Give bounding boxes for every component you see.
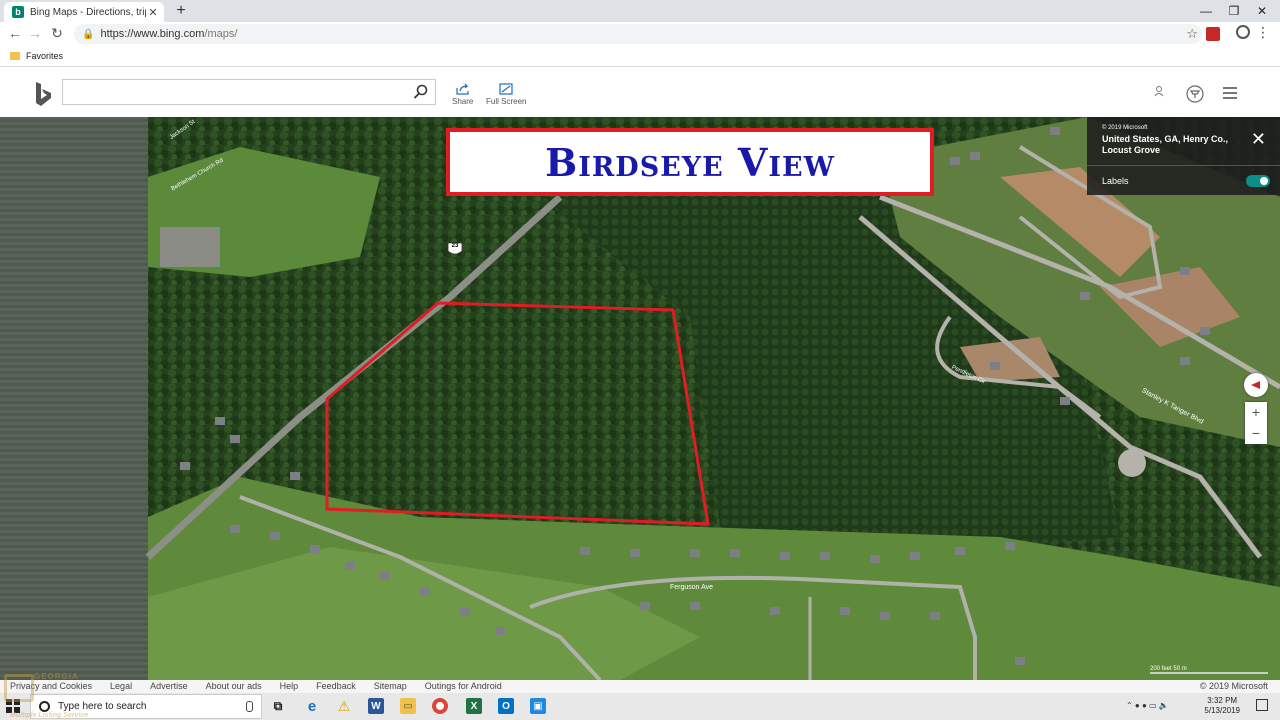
hamburger-menu-icon[interactable] [1223, 87, 1237, 99]
bookmark-star-icon[interactable]: ☆ [1186, 26, 1198, 42]
imagery-copyright: © 2019 Microsoft [1102, 125, 1148, 131]
location-text: United States, GA, Henry Co., Locust Gro… [1102, 134, 1229, 155]
labels-text: Labels [1102, 176, 1129, 186]
taskbar-search-box[interactable]: Type here to search [30, 694, 262, 719]
footer-link-legal[interactable]: Legal [110, 681, 132, 691]
file-explorer-icon[interactable]: ▭ [400, 698, 416, 714]
aerial-imagery [145, 117, 1280, 680]
account-icon[interactable] [1153, 85, 1165, 97]
clock-date: 5/13/2019 [1204, 706, 1240, 715]
bing-header: Share Full Screen [0, 67, 1280, 117]
close-panel-icon[interactable]: ✕ [1251, 129, 1266, 150]
footer-link-privacy[interactable]: Privacy and Cookies [10, 681, 92, 691]
url-host: https://www.bing.com [100, 28, 205, 40]
extension-icon[interactable] [1206, 27, 1220, 41]
location-info-panel: © 2019 Microsoft United States, GA, Henr… [1087, 117, 1280, 195]
browser-menu-icon[interactable]: ⋮ [1256, 24, 1270, 41]
tab-title: Bing Maps - Directions, trip plann [30, 6, 146, 18]
compass-icon [1251, 381, 1260, 389]
map-canvas[interactable]: 23 Ferguson Ave Stanley K Tanger Blvd Pe… [0, 117, 1280, 680]
zoom-control: + − [1245, 402, 1267, 444]
bing-logo-icon [36, 82, 51, 106]
chrome-icon[interactable] [432, 698, 448, 714]
clock[interactable]: 3:32 PM 5/13/2019 [1204, 696, 1240, 716]
profile-icon[interactable] [1236, 25, 1250, 39]
search-input[interactable] [69, 80, 413, 104]
microphone-icon[interactable] [246, 701, 253, 712]
footer-link-help[interactable]: Help [280, 681, 299, 691]
edge-icon[interactable]: e [304, 698, 320, 715]
browser-tabstrip: b Bing Maps - Directions, trip plann ✕ +… [0, 0, 1280, 22]
address-bar[interactable]: 🔒 https://www.bing.com/maps/ [74, 24, 1202, 44]
search-icon[interactable] [413, 84, 429, 100]
tab-close-icon[interactable]: ✕ [146, 6, 160, 19]
footer-link-outings[interactable]: Outings for Android [425, 681, 502, 691]
favorites-bar: Favorites [0, 46, 1280, 67]
panel-divider [1087, 165, 1280, 166]
bing-favicon-icon: b [12, 6, 24, 18]
task-view-icon[interactable]: ⧉ [270, 698, 286, 714]
compass-button[interactable] [1244, 373, 1268, 397]
bing-logo[interactable] [34, 81, 52, 114]
highway-shield-label: 23 [451, 243, 459, 249]
share-label: Share [452, 97, 474, 106]
map-scale-bar: 200 feet 50 m [1150, 666, 1268, 674]
folder-icon [10, 52, 20, 60]
browser-toolbar: ← → ↻ 🔒 https://www.bing.com/maps/ ☆ ⋮ [0, 22, 1280, 46]
back-button[interactable]: ← [6, 25, 24, 41]
word-icon[interactable]: W [368, 698, 384, 714]
search-box[interactable] [62, 79, 436, 105]
footer-link-feedback[interactable]: Feedback [316, 681, 356, 691]
url-text: https://www.bing.com/maps/ [100, 28, 237, 40]
zoom-in-button[interactable]: + [1245, 402, 1267, 423]
excel-icon[interactable]: X [466, 698, 482, 714]
birdseye-view-banner: Birdseye View [446, 128, 934, 196]
forward-button[interactable]: → [26, 25, 44, 41]
zoom-out-button[interactable]: − [1245, 423, 1267, 444]
share-button[interactable]: Share [452, 83, 473, 106]
system-tray-icons[interactable]: ⌃ ● ● ▭ 🔈 [1126, 701, 1169, 710]
fullscreen-button[interactable]: Full Screen [486, 83, 526, 106]
close-window-button[interactable]: ✕ [1242, 0, 1280, 22]
warning-app-icon[interactable]: ⚠ [336, 698, 352, 714]
reload-button[interactable]: ↻ [48, 25, 66, 42]
footer-link-advertise[interactable]: Advertise [150, 681, 188, 691]
favorites-folder[interactable]: Favorites [26, 51, 63, 61]
cortana-icon [39, 701, 50, 712]
outlook-icon[interactable]: O [498, 698, 514, 714]
windows-taskbar: Type here to search ⧉ e ⚠ W ▭ X O ▣ ⌃ ● … [0, 693, 1280, 720]
app-window-icon[interactable]: ▣ [530, 698, 546, 714]
bing-footer: Privacy and Cookies Legal Advertise Abou… [0, 680, 1280, 693]
action-center-icon[interactable] [1256, 699, 1268, 711]
footer-link-sitemap[interactable]: Sitemap [374, 681, 407, 691]
tab-bing-maps[interactable]: b Bing Maps - Directions, trip plann ✕ [4, 2, 164, 22]
new-tab-button[interactable]: + [172, 2, 190, 20]
taskbar-search-placeholder: Type here to search [58, 701, 147, 712]
street-label-ferguson: Ferguson Ave [670, 584, 714, 591]
fullscreen-label: Full Screen [486, 97, 527, 106]
banner-title: Birdseye View [545, 139, 835, 185]
clock-time: 3:32 PM [1207, 696, 1238, 705]
rewards-icon[interactable] [1186, 85, 1204, 103]
lock-icon: 🔒 [82, 28, 95, 40]
windows-start-icon[interactable] [6, 699, 20, 713]
labels-toggle[interactable] [1246, 175, 1270, 187]
footer-copyright: © 2019 Microsoft [1199, 681, 1268, 691]
fullscreen-icon [499, 83, 513, 95]
url-path: /maps/ [204, 28, 238, 40]
footer-links: Privacy and Cookies Legal Advertise Abou… [10, 681, 502, 691]
share-icon [456, 83, 469, 95]
footer-link-about-ads[interactable]: About our ads [206, 681, 262, 691]
